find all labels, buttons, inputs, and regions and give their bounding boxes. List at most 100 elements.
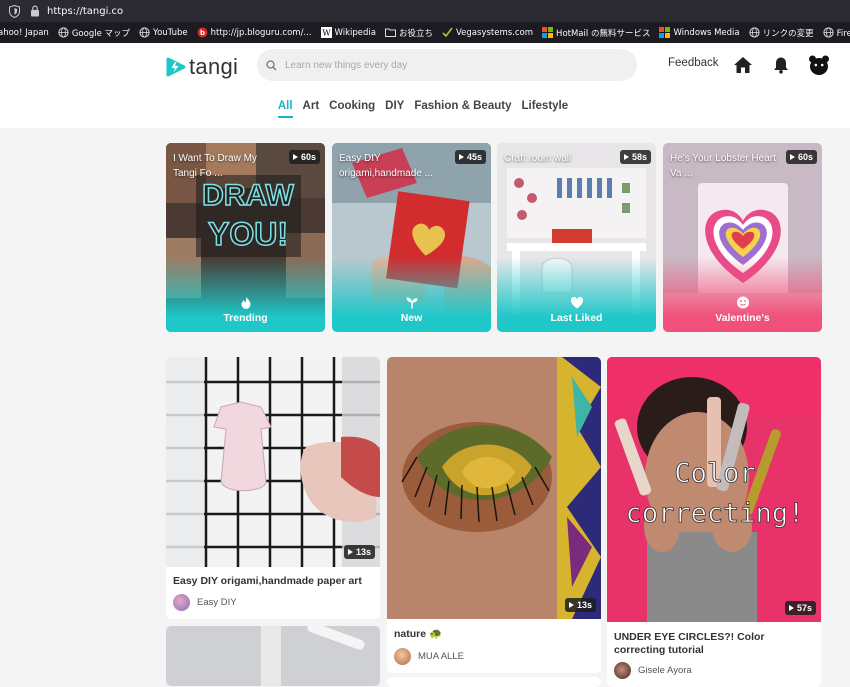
bookmark-item[interactable]: お役立ち <box>385 27 433 39</box>
feedback-link[interactable]: Feedback <box>668 57 719 69</box>
search-icon <box>266 59 277 70</box>
video-author[interactable]: Gisele Ayora <box>614 662 692 679</box>
tangi-logo[interactable]: tangi <box>166 54 238 80</box>
overlay-line-2: correcting! <box>626 498 805 529</box>
category-card-new[interactable]: Easy DIY origami,handmade ... 45s New <box>332 143 491 332</box>
globe-icon <box>749 27 760 38</box>
play-icon <box>292 154 298 160</box>
sprout-icon <box>406 297 417 309</box>
search-bar[interactable] <box>257 49 637 81</box>
windows-icon <box>659 27 671 38</box>
fire-icon <box>241 296 250 309</box>
bookmark-item[interactable]: W Wikipedia <box>320 27 376 38</box>
video-thumbnail <box>387 357 601 619</box>
card-title: Easy DIY origami,handmade ... <box>339 153 433 179</box>
svg-text:W: W <box>322 29 331 38</box>
address-bar-url[interactable]: https://tangi.co <box>47 6 123 17</box>
tab-art[interactable]: Art <box>303 100 320 112</box>
bookmark-item[interactable]: ahoo! Japan <box>0 28 49 38</box>
category-card-trending[interactable]: DRAW YOU! I Want To Draw My Tangi Fo ...… <box>166 143 325 332</box>
bookmark-item[interactable]: リンクの変更 <box>749 27 814 39</box>
video-author[interactable]: Easy DIY <box>173 594 237 611</box>
shield-icon[interactable] <box>9 4 20 18</box>
duration-text: 13s <box>355 547 371 557</box>
tab-all[interactable]: All <box>277 100 293 118</box>
tangi-logo-icon <box>166 57 186 77</box>
svg-text:DRAW: DRAW <box>202 179 294 212</box>
bookmark-label: Vegasystems.com <box>456 27 534 38</box>
video-card[interactable]: 13s Easy DIY origami,handmade paper art … <box>166 357 380 619</box>
play-icon <box>568 602 574 608</box>
globe-icon <box>139 27 150 38</box>
duration-badge: 13s <box>343 545 375 559</box>
play-icon <box>347 549 353 555</box>
bookmark-label: リンクの変更 <box>762 28 814 39</box>
check-icon <box>442 27 453 38</box>
bookmarks-bar: ahoo! Japan Google マップ YouTube b http://jp.b… <box>0 22 850 43</box>
globe-icon <box>823 27 834 38</box>
lock-icon[interactable] <box>30 5 40 17</box>
author-avatar <box>173 594 190 611</box>
bookmark-item[interactable]: Google マップ <box>58 27 130 39</box>
play-icon <box>623 154 629 160</box>
video-card[interactable]: 13s nature 🐢 MUA ALLE <box>387 357 601 673</box>
video-card[interactable] <box>387 677 601 687</box>
duration-badge: 60s <box>288 150 320 164</box>
play-icon <box>788 605 794 611</box>
bookmark-item[interactable]: Vegasystems.com <box>442 27 533 38</box>
duration-text: 45s <box>466 152 482 162</box>
bookmark-label: Windows Media <box>673 27 740 38</box>
bookmark-label: お役立ち <box>399 28 434 39</box>
tab-cooking[interactable]: Cooking <box>329 100 375 112</box>
bookmark-label: HotMail の無料サービス <box>556 28 651 39</box>
home-icon[interactable] <box>733 56 753 74</box>
wikipedia-icon: W <box>320 27 332 38</box>
heart-icon <box>570 297 583 309</box>
duration-badge: 57s <box>784 601 816 615</box>
duration-text: 58s <box>631 152 647 162</box>
browser-toolbar: https://tangi.co <box>0 0 850 22</box>
video-card[interactable] <box>166 626 380 686</box>
video-title[interactable]: nature 🐢 <box>394 628 594 641</box>
duration-text: 57s <box>796 603 812 613</box>
category-card-last-liked[interactable]: Craft room wall 58s Last Liked <box>497 143 656 332</box>
author-avatar <box>394 648 411 665</box>
category-card-valentines[interactable]: He's Your Lobster Heart Va ... 60s Valen… <box>663 143 822 332</box>
user-avatar-icon[interactable] <box>808 54 830 76</box>
bookmark-label: Firefox を使ってみよう <box>836 28 850 39</box>
bookmark-label: Google マップ <box>71 28 131 39</box>
smile-icon <box>736 296 749 309</box>
tab-lifestyle[interactable]: Lifestyle <box>521 100 568 112</box>
tab-fashion-beauty[interactable]: Fashion & Beauty <box>414 100 511 112</box>
tab-diy[interactable]: DIY <box>385 100 404 112</box>
bell-icon[interactable] <box>773 56 789 74</box>
card-title: He's Your Lobster Heart Va ... <box>670 153 776 179</box>
windows-icon <box>542 27 554 38</box>
search-input[interactable] <box>285 59 585 71</box>
bookmark-item[interactable]: b http://jp.bloguru.com/... <box>197 27 312 38</box>
bookmark-item[interactable]: Firefox を使ってみよう <box>823 27 850 39</box>
svg-text:b: b <box>200 29 205 37</box>
logo-text: tangi <box>189 54 239 79</box>
card-label: Trending <box>223 312 268 324</box>
author-name: Easy DIY <box>197 597 237 608</box>
bookmark-item[interactable]: YouTube <box>139 27 188 38</box>
duration-badge: 13s <box>564 598 596 612</box>
site-header: tangi Feedback All Art Cooking DIY Fashion &… <box>0 43 850 128</box>
video-author[interactable]: MUA ALLE <box>394 648 464 665</box>
video-title[interactable]: Easy DIY origami,handmade paper art <box>173 575 373 588</box>
video-title[interactable]: UNDER EYE CIRCLES?! Color correcting tut… <box>614 631 814 657</box>
card-title: Craft room wall <box>504 153 572 164</box>
duration-text: 60s <box>300 152 316 162</box>
card-label: Last Liked <box>550 312 603 324</box>
author-name: MUA ALLE <box>418 651 464 662</box>
svg-text:YOU!: YOU! <box>208 216 288 252</box>
video-card[interactable]: Color correcting! 57s UNDER EYE CIRCLES?… <box>607 357 821 687</box>
duration-badge: 58s <box>619 150 651 164</box>
video-thumbnail: Color correcting! <box>607 357 821 622</box>
bookmark-item[interactable]: HotMail の無料サービス <box>542 27 650 39</box>
author-name: Gisele Ayora <box>638 665 692 676</box>
bookmark-item[interactable]: Windows Media <box>659 27 740 38</box>
category-nav: All Art Cooking DIY Fashion & Beauty Lifestyl… <box>0 100 850 118</box>
video-thumbnail <box>166 357 380 567</box>
